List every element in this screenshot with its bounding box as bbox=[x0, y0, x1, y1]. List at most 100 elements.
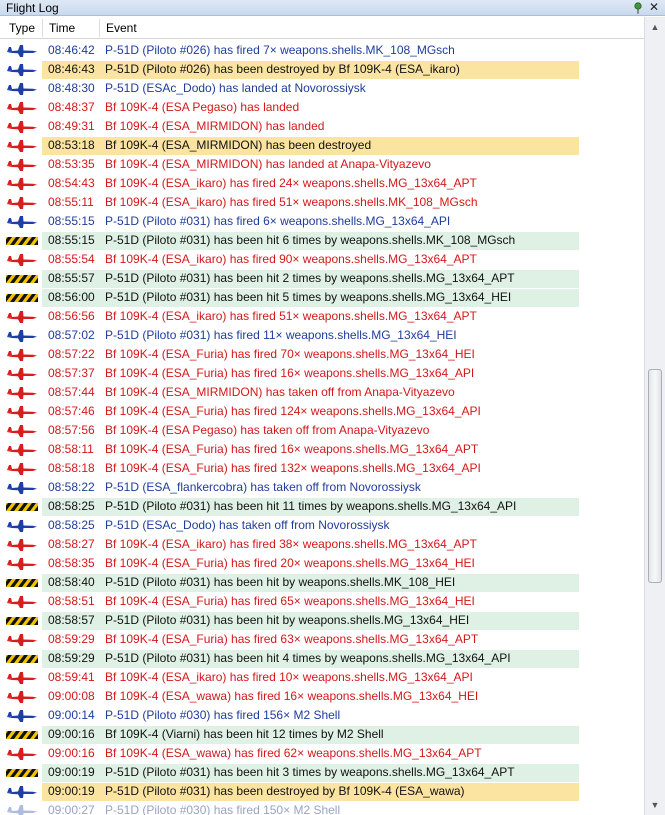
row-time: 08:58:27 bbox=[48, 537, 95, 551]
row-event: Bf 109K-4 (ESA_Furia) has fired 132× wea… bbox=[105, 461, 481, 475]
row-time: 08:57:46 bbox=[48, 404, 95, 418]
log-row[interactable]: 09:00:14 P-51D (Piloto #030) has fired 15… bbox=[0, 706, 644, 725]
log-row[interactable]: 08:55:11 Bf 109K-4 (ESA_ikaro) has fired … bbox=[0, 193, 644, 212]
row-time: 08:59:29 bbox=[48, 632, 95, 646]
blue-plane-icon bbox=[6, 63, 38, 77]
column-divider[interactable] bbox=[42, 19, 43, 37]
row-time: 08:58:22 bbox=[48, 480, 95, 494]
row-event: P-51D (Piloto #031) has been hit 5 times… bbox=[105, 290, 512, 304]
scrollbar-thumb[interactable] bbox=[648, 369, 662, 583]
table-header: Type Time Event bbox=[0, 17, 644, 39]
log-row[interactable]: 08:58:25 P-51D (ESAc_Dodo) has taken off … bbox=[0, 516, 644, 535]
row-time: 09:00:19 bbox=[48, 765, 95, 779]
row-time: 09:00:14 bbox=[48, 708, 95, 722]
log-row[interactable]: 09:00:19 P-51D (Piloto #031) has been des… bbox=[0, 782, 644, 801]
red-plane-icon bbox=[6, 101, 38, 115]
row-event: P-51D (Piloto #031) has been hit 6 times… bbox=[105, 233, 516, 247]
row-event: P-51D (Piloto #031) has been hit 2 times… bbox=[105, 271, 515, 285]
scroll-down-icon[interactable]: ▼ bbox=[647, 797, 663, 813]
row-time: 08:58:25 bbox=[48, 499, 95, 513]
log-row[interactable]: 08:58:40 P-51D (Piloto #031) has been hit… bbox=[0, 573, 644, 592]
row-time: 09:00:16 bbox=[48, 727, 95, 741]
hazard-stripe-icon bbox=[6, 614, 38, 628]
row-time: 08:57:56 bbox=[48, 423, 95, 437]
log-row[interactable]: 08:46:42 P-51D (Piloto #026) has fired 7×… bbox=[0, 41, 644, 60]
log-row[interactable]: 08:55:15 P-51D (Piloto #031) has been hit… bbox=[0, 231, 644, 250]
row-event: Bf 109K-4 (ESA_Furia) has fired 20× weap… bbox=[105, 556, 475, 570]
scroll-up-icon[interactable]: ▲ bbox=[647, 19, 663, 35]
log-row[interactable]: 08:55:54 Bf 109K-4 (ESA_ikaro) has fired … bbox=[0, 250, 644, 269]
log-row[interactable]: 08:57:46 Bf 109K-4 (ESA_Furia) has fired … bbox=[0, 402, 644, 421]
column-header-event[interactable]: Event bbox=[106, 21, 137, 35]
row-event: P-51D (Piloto #031) has been destroyed b… bbox=[105, 784, 465, 798]
pin-icon[interactable] bbox=[633, 2, 643, 14]
blue-plane-icon bbox=[6, 804, 38, 815]
log-row[interactable]: 08:57:37 Bf 109K-4 (ESA_Furia) has fired … bbox=[0, 364, 644, 383]
window-title: Flight Log bbox=[6, 1, 59, 15]
row-event: Bf 109K-4 (ESA Pegaso) has taken off fro… bbox=[105, 423, 430, 437]
vertical-scrollbar[interactable]: ▲ ▼ bbox=[644, 17, 665, 815]
log-row[interactable]: 08:49:31 Bf 109K-4 (ESA_MIRMIDON) has lan… bbox=[0, 117, 644, 136]
log-row[interactable]: 08:53:18 Bf 109K-4 (ESA_MIRMIDON) has bee… bbox=[0, 136, 644, 155]
log-row[interactable]: 08:57:44 Bf 109K-4 (ESA_MIRMIDON) has tak… bbox=[0, 383, 644, 402]
log-row[interactable]: 08:57:22 Bf 109K-4 (ESA_Furia) has fired … bbox=[0, 345, 644, 364]
log-row[interactable]: 08:58:51 Bf 109K-4 (ESA_Furia) has fired … bbox=[0, 592, 644, 611]
log-row[interactable]: 08:58:57 P-51D (Piloto #031) has been hit… bbox=[0, 611, 644, 630]
log-row[interactable]: 08:48:37 Bf 109K-4 (ESA Pegaso) has lande… bbox=[0, 98, 644, 117]
row-event: P-51D (Piloto #031) has been hit by weap… bbox=[105, 613, 470, 627]
red-plane-icon bbox=[6, 348, 38, 362]
row-event: Bf 109K-4 (ESA_Furia) has fired 65× weap… bbox=[105, 594, 475, 608]
row-event: P-51D (ESAc_Dodo) has landed at Novoross… bbox=[105, 81, 366, 95]
hazard-stripe-icon bbox=[6, 272, 38, 286]
close-icon[interactable]: ✕ bbox=[649, 0, 659, 14]
log-row[interactable]: 08:57:02 P-51D (Piloto #031) has fired 11… bbox=[0, 326, 644, 345]
log-row[interactable]: 08:59:29 P-51D (Piloto #031) has been hit… bbox=[0, 649, 644, 668]
row-time: 08:57:22 bbox=[48, 347, 95, 361]
red-plane-icon bbox=[6, 424, 38, 438]
column-divider[interactable] bbox=[99, 19, 100, 37]
log-row[interactable]: 08:58:35 Bf 109K-4 (ESA_Furia) has fired … bbox=[0, 554, 644, 573]
log-row[interactable]: 08:58:18 Bf 109K-4 (ESA_Furia) has fired … bbox=[0, 459, 644, 478]
blue-plane-icon bbox=[6, 44, 38, 58]
red-plane-icon bbox=[6, 177, 38, 191]
blue-plane-icon bbox=[6, 215, 38, 229]
log-row[interactable]: 09:00:19 P-51D (Piloto #031) has been hit… bbox=[0, 763, 644, 782]
log-row[interactable]: 09:00:16 Bf 109K-4 (ESA_wawa) has fired 6… bbox=[0, 744, 644, 763]
hazard-stripe-icon bbox=[6, 500, 38, 514]
row-event: P-51D (Piloto #030) has fired 150× M2 Sh… bbox=[105, 803, 341, 815]
row-event: P-51D (Piloto #031) has been hit by weap… bbox=[105, 575, 456, 589]
row-event: Bf 109K-4 (ESA_ikaro) has fired 51× weap… bbox=[105, 195, 478, 209]
log-row[interactable]: 08:57:56 Bf 109K-4 (ESA Pegaso) has taken… bbox=[0, 421, 644, 440]
log-row[interactable]: 08:55:15 P-51D (Piloto #031) has fired 6×… bbox=[0, 212, 644, 231]
log-row[interactable]: 08:58:22 P-51D (ESA_flankercobra) has tak… bbox=[0, 478, 644, 497]
red-plane-icon bbox=[6, 310, 38, 324]
row-time: 08:57:02 bbox=[48, 328, 95, 342]
row-event: Bf 109K-4 (ESA_Furia) has fired 16× weap… bbox=[105, 366, 475, 380]
row-time: 08:48:30 bbox=[48, 81, 95, 95]
log-row[interactable]: 08:58:25 P-51D (Piloto #031) has been hit… bbox=[0, 497, 644, 516]
log-row[interactable]: 08:46:43 P-51D (Piloto #026) has been des… bbox=[0, 60, 644, 79]
log-row[interactable]: 08:53:35 Bf 109K-4 (ESA_MIRMIDON) has lan… bbox=[0, 155, 644, 174]
row-event: Bf 109K-4 (ESA_Furia) has fired 70× weap… bbox=[105, 347, 475, 361]
row-time: 08:58:18 bbox=[48, 461, 95, 475]
column-header-type[interactable]: Type bbox=[9, 21, 35, 35]
log-row[interactable]: 09:00:08 Bf 109K-4 (ESA_wawa) has fired 1… bbox=[0, 687, 644, 706]
row-event: Bf 109K-4 (ESA Pegaso) has landed bbox=[105, 100, 300, 114]
log-row[interactable]: 08:58:27 Bf 109K-4 (ESA_ikaro) has fired … bbox=[0, 535, 644, 554]
row-time: 09:00:19 bbox=[48, 784, 95, 798]
row-time: 09:00:16 bbox=[48, 746, 95, 760]
column-header-time[interactable]: Time bbox=[49, 21, 75, 35]
log-row[interactable]: 08:58:11 Bf 109K-4 (ESA_Furia) has fired … bbox=[0, 440, 644, 459]
red-plane-icon bbox=[6, 462, 38, 476]
log-row[interactable]: 08:55:57 P-51D (Piloto #031) has been hit… bbox=[0, 269, 644, 288]
log-row[interactable]: 08:56:56 Bf 109K-4 (ESA_ikaro) has fired … bbox=[0, 307, 644, 326]
red-plane-icon bbox=[6, 139, 38, 153]
log-row[interactable]: 08:54:43 Bf 109K-4 (ESA_ikaro) has fired … bbox=[0, 174, 644, 193]
row-time: 08:55:57 bbox=[48, 271, 95, 285]
log-row[interactable]: 08:56:00 P-51D (Piloto #031) has been hit… bbox=[0, 288, 644, 307]
log-row[interactable]: 08:59:29 Bf 109K-4 (ESA_Furia) has fired … bbox=[0, 630, 644, 649]
log-row[interactable]: 09:00:16 Bf 109K-4 (Viarni) has been hit … bbox=[0, 725, 644, 744]
log-row[interactable]: 08:59:41 Bf 109K-4 (ESA_ikaro) has fired … bbox=[0, 668, 644, 687]
log-row[interactable]: 09:00:27 P-51D (Piloto #030) has fired 15… bbox=[0, 801, 644, 815]
log-row[interactable]: 08:48:30 P-51D (ESAc_Dodo) has landed at … bbox=[0, 79, 644, 98]
